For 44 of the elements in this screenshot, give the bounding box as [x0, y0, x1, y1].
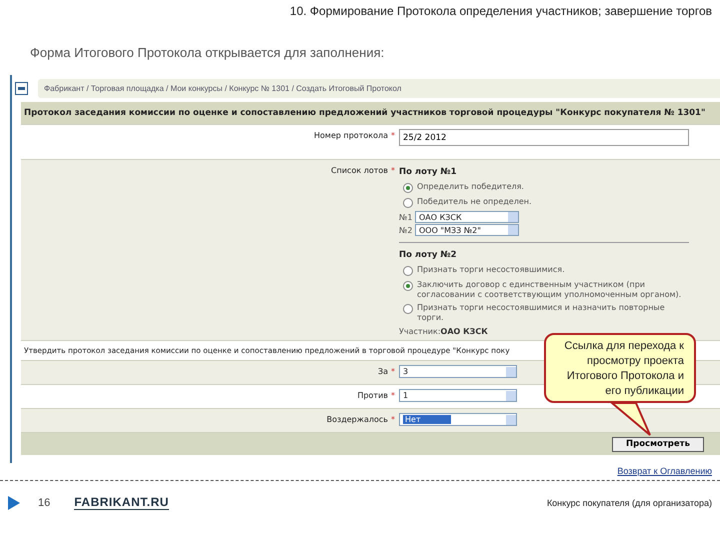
protocol-number-field[interactable]: 25/2 2012: [399, 129, 689, 146]
intro-text: Форма Итогового Протокола открывается для заполнения:: [29, 44, 386, 62]
required-mark: *: [391, 367, 395, 376]
lot-heading: По лоту №1: [399, 167, 458, 177]
radio-button[interactable]: [403, 304, 413, 314]
participant-label: Участник:: [399, 327, 441, 336]
radio-label: Заключить договор с единственным участником (при согласовании с соответствующим уполномоченным органом).: [417, 280, 682, 300]
vote-select[interactable]: 3: [399, 365, 517, 378]
place-label: №1: [399, 212, 413, 222]
breadcrumb[interactable]: Фабрикант / Торговая площадка / Мои конкурсы / Конкурс № 1301 / Создать Итоговый Протокол: [38, 79, 720, 98]
vote-select[interactable]: Нет: [399, 413, 517, 426]
page-number: 16: [38, 496, 50, 508]
field-label: Номер протокола: [314, 131, 388, 140]
radio-button[interactable]: [403, 183, 413, 193]
field-label: Список лотов: [331, 166, 388, 175]
radio-button[interactable]: [403, 198, 413, 208]
participant-name: ОАО КЗСК: [440, 327, 488, 336]
form-title: Протокол заседания комиссии по оценке и сопоставлению предложений участников торговой процедуры "Конкурс покупателя № 1301": [21, 102, 720, 124]
field-label: Против: [357, 391, 388, 400]
required-mark: *: [391, 131, 395, 140]
required-mark: *: [391, 166, 395, 175]
vote-select[interactable]: 1: [399, 389, 517, 402]
lot-heading: По лоту №2: [399, 250, 458, 260]
slide-title: 10. Формирование Протокола определения участников; завершение торгов: [290, 4, 712, 18]
field-label: Воздержалось: [326, 415, 388, 424]
view-button[interactable]: Просмотреть: [612, 436, 704, 452]
logo: FABRIKANT.RU: [74, 495, 169, 510]
back-link[interactable]: Возврат к Оглавлению: [617, 466, 712, 476]
radio-button[interactable]: [403, 266, 413, 276]
collapse-icon[interactable]: [15, 82, 28, 95]
radio-button[interactable]: [403, 281, 413, 291]
footer-caption: Конкурс покупателя (для организатора): [546, 498, 712, 508]
radio-label: Признать торги несостоявшимися и назначить повторные торги.: [417, 303, 666, 322]
radio-label: Победитель не определен.: [417, 197, 532, 208]
required-mark: *: [391, 415, 395, 424]
participant-select[interactable]: ОАО КЗСК: [415, 211, 519, 223]
participant-select[interactable]: ООО "МЗЗ №2": [415, 224, 519, 236]
callout-text: Ссылка для перехода к просмотру проекта Итогового Протокола и его публикации: [564, 340, 684, 397]
play-icon: [8, 496, 20, 510]
place-label: №2: [399, 226, 413, 234]
field-label: За: [378, 367, 388, 376]
required-mark: *: [391, 391, 395, 400]
radio-label: Признать торги несостоявшимися.: [417, 265, 565, 276]
radio-label: Определить победителя.: [417, 182, 524, 193]
